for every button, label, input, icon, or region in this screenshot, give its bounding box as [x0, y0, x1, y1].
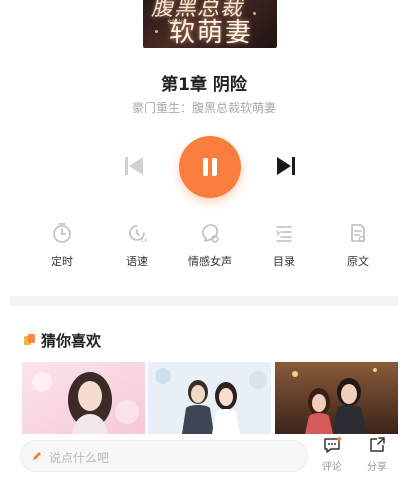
original-text-button[interactable]: 原文: [328, 222, 388, 272]
skip-next-icon: [277, 157, 295, 175]
tool-label-speed: 语速: [126, 255, 148, 268]
cover-small-text: 女频小说: [167, 19, 188, 25]
tool-label-text: 原文: [347, 255, 369, 268]
pause-icon: [203, 158, 208, 176]
recommend-book-1[interactable]: [22, 362, 145, 434]
timer-icon: [53, 223, 71, 243]
recommend-title: 猜你喜欢: [41, 332, 102, 350]
share-button[interactable]: 分享: [357, 436, 397, 476]
skip-previous-icon: [125, 157, 143, 175]
book-cover-1: [22, 362, 145, 434]
recommend-book-3[interactable]: [275, 362, 398, 434]
book-cover-2: [148, 362, 271, 434]
recommend-book-2[interactable]: [148, 362, 271, 434]
pause-icon-bar: [212, 158, 217, 176]
book-cover-image: 腹黑总裁 软萌妻 女频小说: [143, 0, 277, 48]
pencil-icon: [33, 452, 41, 460]
bottom-bar: 说点什么吧 评论 分享: [0, 434, 408, 477]
comment-placeholder: 说点什么吧: [49, 451, 110, 465]
comment-icon: [324, 437, 341, 453]
player-tools: 定时 1x 语速 情感女声 目录 原文: [0, 222, 408, 272]
svg-text:1x: 1x: [140, 237, 148, 244]
section-mark-icon: [24, 334, 35, 345]
previous-chapter-button[interactable]: [122, 154, 146, 178]
comment-input[interactable]: 说点什么吧: [20, 440, 308, 472]
share-icon: [370, 437, 385, 452]
comment-label: 评论: [322, 462, 342, 473]
speed-icon: 1x: [129, 225, 148, 244]
section-divider: [10, 296, 398, 306]
text-icon: [351, 224, 366, 243]
voice-button[interactable]: 情感女声: [180, 222, 240, 272]
comment-button[interactable]: 评论: [312, 436, 352, 476]
speed-button[interactable]: 1x 语速: [107, 222, 167, 272]
tool-label-catalog: 目录: [273, 255, 295, 268]
share-label: 分享: [367, 462, 387, 473]
tool-label-timer: 定时: [51, 255, 73, 268]
cover-sparkle: [253, 12, 256, 15]
catalog-button[interactable]: 目录: [254, 222, 314, 272]
next-chapter-button[interactable]: [274, 154, 298, 178]
timer-button[interactable]: 定时: [32, 222, 92, 272]
catalog-icon: [276, 226, 292, 242]
book-cover-3: [275, 362, 398, 434]
cover-sparkle: [155, 30, 158, 33]
play-pause-button[interactable]: [179, 136, 241, 198]
chapter-title: 第1章 阴险: [161, 75, 247, 95]
voice-icon: [202, 224, 219, 243]
book-name: 豪门重生：腹黑总裁软萌妻: [131, 101, 276, 115]
tool-label-voice: 情感女声: [188, 255, 232, 268]
